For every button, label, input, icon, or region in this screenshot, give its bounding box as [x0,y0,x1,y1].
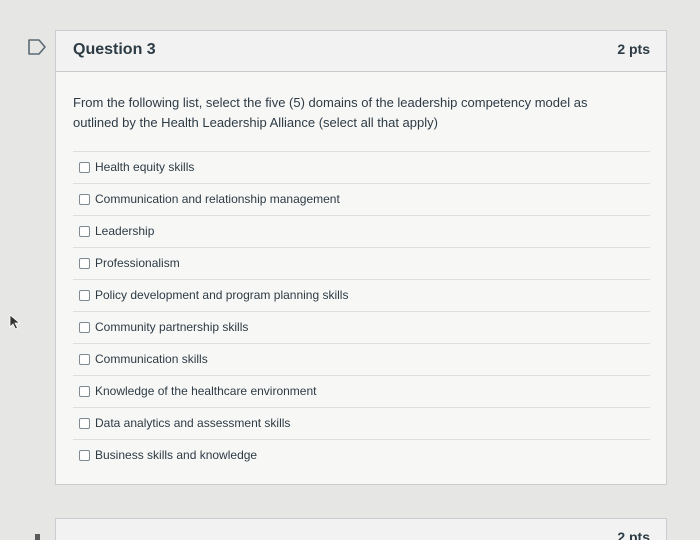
flag-question-icon[interactable] [27,38,47,56]
answer-checkbox[interactable] [79,194,90,205]
answer-checkbox[interactable] [79,258,90,269]
answer-label: Business skills and knowledge [95,448,258,462]
answer-checkbox[interactable] [79,290,90,301]
answer-option[interactable]: Knowledge of the healthcare environment [73,376,650,408]
answer-option[interactable]: Communication and relationship managemen… [73,184,650,216]
answer-option[interactable]: Data analytics and assessment skills [73,408,650,440]
answer-checkbox[interactable] [79,226,90,237]
answer-label: Policy development and program planning … [95,288,349,302]
answer-checkbox[interactable] [79,386,90,397]
question-title: Question 3 [73,41,156,58]
question-points: 2 pts [617,41,650,57]
answer-option[interactable]: Policy development and program planning … [73,280,650,312]
answer-label: Data analytics and assessment skills [95,416,291,430]
answer-checkbox[interactable] [79,450,90,461]
answer-label: Professionalism [95,256,180,270]
answer-checkbox[interactable] [79,418,90,429]
answer-option[interactable]: Health equity skills [73,152,650,184]
question-card: Question 3 2 pts From the following list… [55,30,667,485]
answer-label: Communication and relationship managemen… [95,192,340,206]
next-question-points: 2 pts [617,529,650,540]
answer-list: Health equity skills Communication and r… [73,151,650,471]
answer-checkbox[interactable] [79,354,90,365]
question-text: From the following list, select the five… [73,95,588,130]
answer-checkbox[interactable] [79,162,90,173]
answer-option[interactable]: Business skills and knowledge [73,440,650,471]
answer-label: Health equity skills [95,160,195,174]
answer-option[interactable]: Professionalism [73,248,650,280]
mouse-pointer-icon [9,314,21,330]
answer-label: Communication skills [95,352,208,366]
left-edge-marker [35,534,40,540]
answer-label: Leadership [95,224,155,238]
answer-checkbox[interactable] [79,322,90,333]
answer-label: Community partnership skills [95,320,249,334]
answer-label: Knowledge of the healthcare environment [95,384,317,398]
answer-option[interactable]: Communication skills [73,344,650,376]
next-question-card: 2 pts [55,518,667,540]
answer-option[interactable]: Community partnership skills [73,312,650,344]
question-header: Question 3 2 pts [56,31,666,72]
answer-option[interactable]: Leadership [73,216,650,248]
